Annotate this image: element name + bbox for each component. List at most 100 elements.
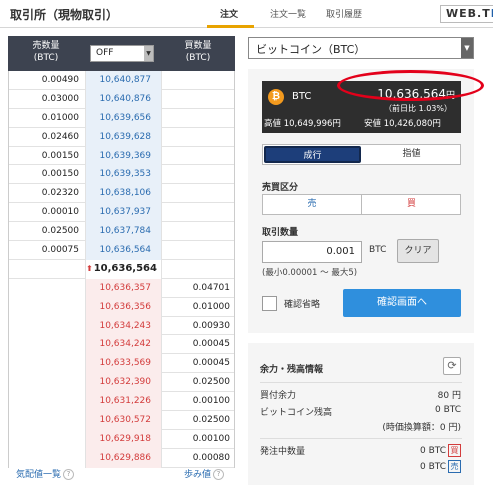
ask-price: 10,638,106 bbox=[85, 184, 162, 204]
tab-order-list[interactable]: 注文一覧 bbox=[270, 7, 306, 20]
tab-trade-history[interactable]: 取引履歴 bbox=[326, 7, 362, 20]
empty-cell bbox=[162, 222, 236, 241]
sell-option[interactable]: 売 bbox=[263, 195, 362, 214]
bid-row[interactable]: 10,629,886 0.00080 bbox=[9, 448, 234, 468]
empty-cell bbox=[9, 316, 85, 336]
btc-valuation-row: (時価換算額：0 円) bbox=[382, 423, 461, 433]
bid-qty: 0.00045 bbox=[192, 339, 230, 350]
clear-button[interactable]: クリア bbox=[397, 239, 439, 263]
bid-price: 10,634,243 bbox=[85, 316, 162, 336]
bid-row[interactable]: 10,634,243 0.00930 bbox=[9, 316, 234, 336]
ask-row[interactable]: 0.02460 10,639,628 bbox=[9, 127, 234, 147]
empty-cell bbox=[162, 203, 236, 222]
order-panel: ₿ BTC 10,636,564円 （前日比 1.03%） 高値 10,649,… bbox=[248, 69, 474, 333]
ask-qty: 0.00010 bbox=[41, 207, 79, 218]
empty-cell bbox=[162, 260, 236, 279]
ask-row[interactable]: 0.01000 10,639,656 bbox=[9, 108, 234, 128]
bid-qty: 0.02500 bbox=[192, 415, 230, 426]
ask-row[interactable]: 0.00075 10,636,564 bbox=[9, 241, 234, 260]
ask-row[interactable]: 0.00150 10,639,353 bbox=[9, 165, 236, 185]
quantity-hint: (最小0.00001 〜 最大5) bbox=[262, 268, 358, 278]
ask-row[interactable]: 0.03000 10,640,876 bbox=[9, 89, 234, 109]
buy-option[interactable]: 買 bbox=[362, 195, 461, 214]
ask-price: 10,639,656 bbox=[85, 108, 162, 128]
ask-price: 10,639,628 bbox=[85, 127, 162, 147]
skip-confirmation[interactable]: 確認省略 bbox=[262, 296, 320, 311]
ask-price: 10,637,784 bbox=[85, 222, 162, 242]
limit-order-option[interactable]: 指値 bbox=[363, 145, 460, 164]
empty-cell bbox=[162, 165, 236, 184]
ask-price: 10,639,353 bbox=[85, 165, 162, 185]
ask-price: 10,637,937 bbox=[85, 203, 162, 223]
refresh-icon[interactable]: ⟳ bbox=[443, 357, 461, 375]
empty-cell bbox=[9, 392, 85, 412]
bid-price: 10,629,886 bbox=[85, 448, 162, 468]
page-title: 取引所（現物取引） bbox=[10, 8, 119, 22]
mid-price-row: ⬆10,636,564 bbox=[9, 259, 236, 279]
pending-buy-row: 発注中数量 0 BTC 買 bbox=[260, 444, 461, 457]
buy-sell-toggle: 売 買 bbox=[262, 194, 461, 215]
ask-row[interactable]: 0.00490 10,640,877 bbox=[9, 71, 234, 90]
quote-list-link[interactable]: 気配値一覧? bbox=[16, 467, 75, 480]
buy-qty-header: 買数量 (BTC) bbox=[184, 41, 212, 63]
page-header: 取引所（現物取引） 注文 注文一覧 取引履歴 WEB.TF bbox=[0, 0, 493, 28]
bid-price: 10,634,242 bbox=[85, 335, 162, 355]
confirm-button[interactable]: 確認画面へ bbox=[343, 289, 461, 317]
quantity-input[interactable]: 0.001 bbox=[262, 241, 362, 263]
tab-order[interactable]: 注文 bbox=[220, 7, 238, 20]
ask-row[interactable]: 0.00010 10,637,937 bbox=[9, 203, 236, 223]
empty-cell bbox=[9, 448, 85, 468]
bid-row[interactable]: 10,636,357 0.04701 bbox=[9, 278, 234, 298]
ask-qty: 0.00490 bbox=[41, 75, 79, 85]
divider bbox=[260, 438, 462, 439]
bid-qty: 0.00045 bbox=[192, 358, 230, 369]
bitcoin-icon: ₿ bbox=[268, 89, 284, 105]
bid-row[interactable]: 10,630,572 0.02500 bbox=[9, 411, 234, 430]
currency-pair-select[interactable]: ビットコイン（BTC） ▼ bbox=[248, 37, 474, 59]
bid-price: 10,629,918 bbox=[85, 429, 162, 449]
trade-ticks-link[interactable]: 歩み値? bbox=[184, 467, 225, 480]
empty-cell bbox=[162, 241, 236, 260]
ask-qty: 0.00150 bbox=[41, 150, 79, 161]
ask-qty: 0.02320 bbox=[41, 188, 79, 199]
bid-row[interactable]: 10,631,226 0.00100 bbox=[9, 392, 234, 412]
balance-panel: 余力・残高情報 ⟳ 買付余力 80 円 ビットコイン残高 0 BTC (時価換算額：… bbox=[248, 343, 474, 485]
empty-cell bbox=[162, 147, 236, 166]
buying-power-row: 買付余力 80 円 bbox=[260, 391, 461, 401]
sell-qty-header: 売数量 (BTC) bbox=[32, 41, 60, 63]
quantity-unit: BTC bbox=[369, 245, 387, 255]
high-price: 高値 10,649,996円 bbox=[264, 119, 341, 129]
bid-row[interactable]: 10,632,390 0.02500 bbox=[9, 373, 234, 393]
ask-price: 10,640,876 bbox=[85, 89, 162, 109]
quantity-label: 取引数量 bbox=[262, 228, 299, 238]
orderbook-footer: 気配値一覧? 歩み値? bbox=[8, 467, 235, 483]
ask-qty: 0.02500 bbox=[41, 226, 79, 237]
ask-row[interactable]: 0.00150 10,639,369 bbox=[9, 146, 236, 166]
empty-cell bbox=[9, 373, 85, 393]
ask-qty: 0.03000 bbox=[41, 93, 79, 104]
orderbook-rows: 0.00490 10,640,877 0.03000 10,640,876 0.0100… bbox=[8, 71, 235, 468]
market-order-option[interactable]: 成行 bbox=[264, 146, 361, 163]
bid-row[interactable]: 10,629,918 0.00100 bbox=[9, 429, 234, 449]
order-type-toggle: 成行 指値 bbox=[262, 144, 461, 165]
ask-row[interactable]: 0.02500 10,637,784 bbox=[9, 222, 236, 242]
bid-price: 10,636,356 bbox=[85, 297, 162, 317]
chevron-down-icon: ▼ bbox=[461, 38, 473, 58]
bid-row[interactable]: 10,636,356 0.01000 bbox=[9, 297, 234, 317]
ask-row[interactable]: 0.02320 10,638,106 bbox=[9, 184, 234, 204]
ask-qty: 0.01000 bbox=[41, 112, 79, 123]
bid-row[interactable]: 10,633,569 0.00045 bbox=[9, 354, 234, 374]
btc-balance-row: ビットコイン残高 0 BTC bbox=[260, 405, 461, 418]
daily-change: （前日比 1.03%） bbox=[384, 104, 452, 113]
up-arrow-icon: ⬆ bbox=[86, 263, 93, 273]
bid-qty: 0.00080 bbox=[192, 452, 230, 463]
bid-row[interactable]: 10,634,242 0.00045 bbox=[9, 335, 234, 355]
price-group-select[interactable]: OFF ▼ bbox=[90, 45, 154, 62]
mid-price: ⬆10,636,564 bbox=[85, 259, 162, 279]
help-icon[interactable]: ? bbox=[63, 469, 75, 480]
skip-confirmation-checkbox[interactable] bbox=[262, 296, 277, 311]
empty-cell bbox=[9, 354, 85, 374]
sell-tag: 売 bbox=[448, 460, 461, 473]
help-icon[interactable]: ? bbox=[213, 469, 225, 480]
side-label: 売買区分 bbox=[262, 183, 299, 193]
